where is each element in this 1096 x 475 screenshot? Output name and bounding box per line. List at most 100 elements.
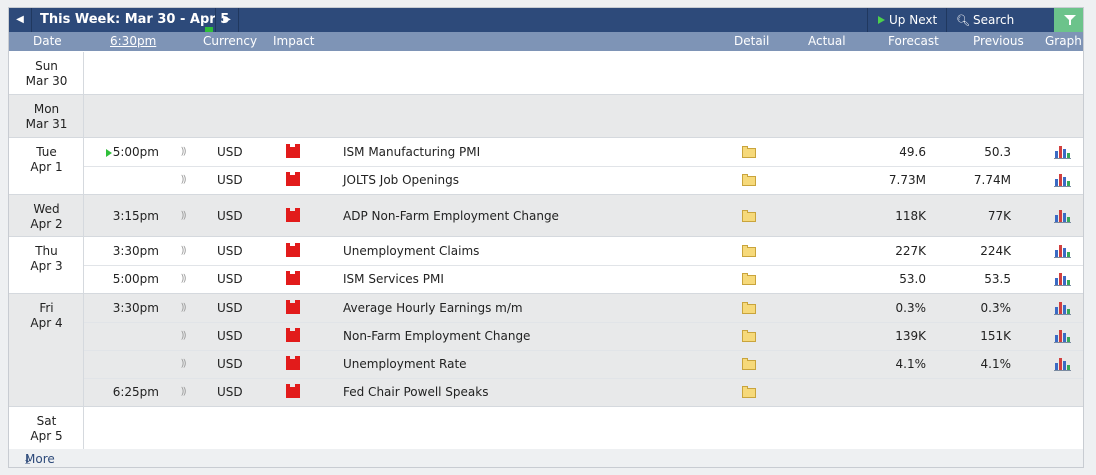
high-impact-icon bbox=[286, 384, 300, 398]
event-time: 5:00pm bbox=[112, 145, 159, 159]
col-currency: Currency bbox=[203, 34, 258, 48]
event-row[interactable]: 3:15pm ⸩ USD ADP Non-Farm Employment Change… bbox=[9, 202, 1083, 230]
detail-folder-icon[interactable] bbox=[742, 210, 756, 222]
day-date: Mar 31 bbox=[25, 117, 68, 131]
bar-chart-icon[interactable] bbox=[1054, 209, 1071, 223]
bar-chart-icon[interactable] bbox=[1054, 357, 1071, 371]
event-time: 3:30pm bbox=[112, 244, 159, 258]
event-title[interactable]: Unemployment Rate bbox=[343, 350, 467, 378]
next-week-button[interactable]: ▶ bbox=[215, 8, 239, 32]
event-title[interactable]: ISM Manufacturing PMI bbox=[343, 138, 480, 166]
date-cell: Mon Mar 31 bbox=[9, 95, 84, 137]
event-previous: 224K bbox=[980, 244, 1011, 258]
event-forecast: 118K bbox=[895, 209, 926, 223]
event-title[interactable]: JOLTS Job Openings bbox=[343, 166, 459, 194]
col-previous: Previous bbox=[973, 34, 1024, 48]
col-graph: Graph bbox=[1045, 34, 1082, 48]
event-currency: USD bbox=[217, 385, 243, 399]
event-row[interactable]: 3:30pm ⸩ USD Average Hourly Earnings m/m 0.3… bbox=[9, 294, 1083, 322]
prev-week-button[interactable]: ◀ bbox=[9, 8, 32, 32]
high-impact-icon bbox=[286, 144, 300, 158]
event-row[interactable]: 6:25pm ⸩ USD Fed Chair Powell Speaks bbox=[9, 378, 1083, 406]
bar-chart-icon[interactable] bbox=[1054, 173, 1071, 187]
chevron-left-icon: ◀ bbox=[16, 14, 24, 25]
event-previous: 53.5 bbox=[984, 272, 1011, 286]
bar-chart-icon[interactable] bbox=[1054, 301, 1071, 315]
event-currency: USD bbox=[217, 272, 243, 286]
speaker-icon: ⸩ bbox=[181, 386, 187, 397]
event-title[interactable]: Fed Chair Powell Speaks bbox=[343, 378, 488, 406]
detail-folder-icon[interactable] bbox=[742, 146, 756, 158]
high-impact-icon bbox=[286, 300, 300, 314]
event-forecast: 0.3% bbox=[895, 301, 927, 315]
day-group: Sat Apr 5 bbox=[9, 407, 1083, 450]
event-time: 3:30pm bbox=[112, 301, 159, 315]
detail-folder-icon[interactable] bbox=[742, 302, 756, 314]
day-group: Sun Mar 30 bbox=[9, 52, 1083, 95]
col-time-timezone-link[interactable]: 6:30pm bbox=[110, 34, 156, 48]
event-previous: 7.74M bbox=[973, 173, 1011, 187]
detail-folder-icon[interactable] bbox=[742, 330, 756, 342]
event-row[interactable]: ⸩ USD Unemployment Rate 4.1% 4.1% bbox=[9, 350, 1083, 378]
high-impact-icon bbox=[286, 356, 300, 370]
event-forecast: 53.0 bbox=[899, 272, 926, 286]
event-row[interactable]: 5:00pm ⸩ USD ISM Services PMI 53.0 53.5 bbox=[9, 265, 1083, 293]
event-title[interactable]: ADP Non-Farm Employment Change bbox=[343, 202, 559, 230]
date-cell: Sun Mar 30 bbox=[9, 52, 84, 94]
event-currency: USD bbox=[217, 173, 243, 187]
event-title[interactable]: Non-Farm Employment Change bbox=[343, 322, 530, 350]
detail-folder-icon[interactable] bbox=[742, 358, 756, 370]
day-name: Mon bbox=[33, 102, 60, 116]
event-row[interactable]: ⸩ USD Non-Farm Employment Change 139K 151K bbox=[9, 322, 1083, 350]
filter-button[interactable] bbox=[1054, 8, 1083, 32]
event-title[interactable]: Average Hourly Earnings m/m bbox=[343, 294, 523, 322]
more-label: More bbox=[25, 452, 55, 466]
detail-folder-icon[interactable] bbox=[742, 245, 756, 257]
bar-chart-icon[interactable] bbox=[1054, 145, 1071, 159]
event-currency: USD bbox=[217, 145, 243, 159]
detail-folder-icon[interactable] bbox=[742, 273, 756, 285]
search-events-button[interactable]: 🔍︎Search Events bbox=[946, 8, 1054, 52]
event-row[interactable]: 3:30pm ⸩ USD Unemployment Claims 227K 224K bbox=[9, 237, 1083, 265]
detail-folder-icon[interactable] bbox=[742, 386, 756, 398]
up-next-button[interactable]: Up Next bbox=[867, 8, 946, 32]
chevron-right-icon: ▶ bbox=[223, 14, 231, 25]
event-row[interactable]: 5:00pm ⸩ USD ISM Manufacturing PMI 49.6 50.3 bbox=[9, 138, 1083, 166]
event-previous: 4.1% bbox=[980, 357, 1012, 371]
speaker-icon: ⸩ bbox=[181, 330, 187, 341]
high-impact-icon bbox=[286, 172, 300, 186]
event-time: 5:00pm bbox=[112, 272, 159, 286]
event-previous: 50.3 bbox=[984, 145, 1011, 159]
column-header-row: Date 6:30pm Currency Impact Detail Actua… bbox=[9, 32, 1083, 51]
speaker-icon: ⸩ bbox=[181, 302, 187, 313]
bar-chart-icon[interactable] bbox=[1054, 329, 1071, 343]
day-group: Mon Mar 31 bbox=[9, 95, 1083, 138]
event-currency: USD bbox=[217, 301, 243, 315]
calendar-widget: ◀ This Week: Mar 30 - Apr 5 ▶ Up Next 🔍︎… bbox=[8, 7, 1084, 468]
event-row[interactable]: ⸩ USD JOLTS Job Openings 7.73M 7.74M bbox=[9, 166, 1083, 194]
speaker-icon: ⸩ bbox=[181, 174, 187, 185]
day-group: Fri Apr 4 3:30pm ⸩ USD Average Hourly Earning… bbox=[9, 294, 1083, 407]
high-impact-icon bbox=[286, 208, 300, 222]
date-cell: Sat Apr 5 bbox=[9, 407, 84, 449]
event-previous: 0.3% bbox=[980, 301, 1012, 315]
day-group: Tue Apr 1 5:00pm ⸩ USD ISM Manufacturing PMI 4… bbox=[9, 138, 1083, 195]
event-title[interactable]: Unemployment Claims bbox=[343, 237, 479, 265]
day-name: Sun bbox=[35, 59, 58, 73]
bar-chart-icon[interactable] bbox=[1054, 272, 1071, 286]
day-name: Sat bbox=[36, 414, 57, 428]
event-time: 6:25pm bbox=[112, 385, 159, 399]
event-previous: 151K bbox=[980, 329, 1011, 343]
week-title[interactable]: This Week: Mar 30 - Apr 5 bbox=[40, 8, 229, 32]
day-group: Wed Apr 2 3:15pm ⸩ USD ADP Non-Farm Employmen… bbox=[9, 195, 1083, 237]
bar-chart-icon[interactable] bbox=[1054, 244, 1071, 258]
col-detail: Detail bbox=[734, 34, 770, 48]
detail-folder-icon[interactable] bbox=[742, 174, 756, 186]
more-bar: ⤓ More bbox=[9, 449, 1083, 467]
event-forecast: 49.6 bbox=[899, 145, 926, 159]
event-title[interactable]: ISM Services PMI bbox=[343, 265, 444, 293]
event-forecast: 4.1% bbox=[895, 357, 927, 371]
event-currency: USD bbox=[217, 209, 243, 223]
col-impact: Impact bbox=[273, 34, 315, 48]
play-icon bbox=[878, 16, 885, 24]
